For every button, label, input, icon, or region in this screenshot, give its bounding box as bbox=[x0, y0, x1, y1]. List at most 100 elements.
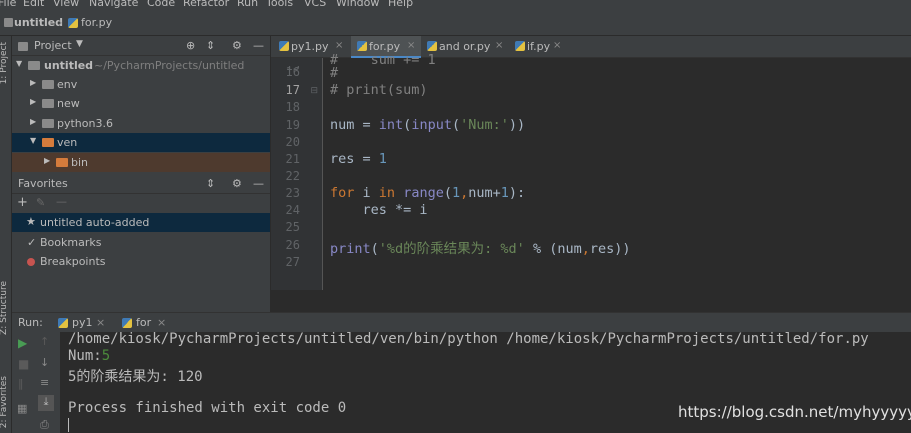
breakpoint-icon bbox=[27, 258, 35, 266]
target-icon[interactable]: ⊕ bbox=[186, 39, 195, 52]
watermark: https://blog.csdn.net/myhyyyyyy bbox=[678, 403, 911, 421]
excluded-folder-icon bbox=[42, 138, 54, 147]
close-icon[interactable]: × bbox=[335, 40, 343, 51]
run-tab-py1[interactable]: py1 bbox=[72, 316, 93, 329]
run-tab-for[interactable]: for bbox=[136, 316, 151, 329]
line-number: 19 bbox=[285, 118, 300, 132]
hide-panel-icon[interactable]: — bbox=[253, 177, 264, 190]
navigation-bar: untitled › for.py bbox=[0, 10, 911, 36]
menu-tools[interactable]: Tools bbox=[266, 0, 293, 9]
collapse-all-icon[interactable]: ⇕ bbox=[206, 39, 215, 52]
code-editor[interactable]: # sum += 1 # # print(sum) num = int(inpu… bbox=[324, 52, 911, 290]
tree-item-untitled[interactable]: ▼ untitled ~/PycharmProjects/untitled bbox=[12, 56, 270, 75]
project-panel: Project ▼ ⊕ ⇕ ⚙ — ▼ untitled ~/PycharmPr… bbox=[12, 36, 270, 176]
tree-item-bin[interactable]: ▶ bin bbox=[12, 153, 270, 172]
close-icon[interactable]: × bbox=[553, 40, 561, 51]
tab-if[interactable]: if.py × bbox=[509, 36, 567, 58]
remove-icon[interactable]: — bbox=[56, 195, 67, 208]
favorites-item-label: Breakpoints bbox=[40, 255, 106, 268]
favorites-item-bookmarks[interactable]: ✓ Bookmarks bbox=[12, 233, 270, 252]
tree-item-env[interactable]: ▶ env bbox=[12, 75, 270, 94]
down-arrow-icon[interactable]: ↓ bbox=[40, 356, 49, 369]
tree-item-python36[interactable]: ▶ python3.6 bbox=[12, 114, 270, 133]
project-tool-button[interactable]: 1: Project bbox=[0, 42, 9, 84]
scroll-to-end-icon[interactable]: ⤓ bbox=[38, 395, 54, 411]
python-file-icon bbox=[427, 41, 437, 51]
console-caret bbox=[68, 418, 69, 432]
close-icon[interactable]: × bbox=[495, 40, 503, 51]
line-number: 25 bbox=[285, 220, 300, 234]
tree-item-label: untitled bbox=[44, 59, 94, 72]
chevron-right-icon[interactable]: ▶ bbox=[44, 156, 50, 165]
menu-help[interactable]: Help bbox=[388, 0, 413, 9]
code-line-21: res = 1 bbox=[330, 151, 387, 167]
hide-panel-icon[interactable]: — bbox=[253, 39, 264, 52]
project-view-icon bbox=[18, 42, 28, 51]
star-icon: ★ bbox=[26, 215, 36, 228]
chevron-right-icon[interactable]: ▶ bbox=[30, 117, 36, 126]
console-command: /home/kiosk/PycharmProjects/untitled/ven… bbox=[68, 331, 869, 347]
folder-icon bbox=[42, 99, 54, 108]
menu-view[interactable]: View bbox=[53, 0, 79, 9]
pause-icon[interactable]: ‖ bbox=[18, 377, 24, 390]
chevron-right-icon[interactable]: ▶ bbox=[30, 97, 36, 106]
add-icon[interactable]: + bbox=[17, 195, 28, 210]
stop-icon[interactable]: ■ bbox=[18, 357, 29, 371]
menu-run[interactable]: Run bbox=[237, 0, 258, 9]
chevron-down-icon[interactable]: ▼ bbox=[16, 59, 22, 68]
menu-refactor[interactable]: Refactor bbox=[183, 0, 229, 9]
soft-wrap-icon[interactable]: ≡ bbox=[40, 376, 49, 389]
close-icon[interactable]: × bbox=[157, 316, 166, 329]
code-line-17: # print(sum) bbox=[330, 82, 428, 98]
collapse-all-icon[interactable]: ⇕ bbox=[206, 177, 215, 190]
console-prompt-line: Num:5 bbox=[68, 348, 110, 364]
python-file-icon bbox=[68, 18, 78, 28]
gear-icon[interactable]: ⚙ bbox=[232, 39, 242, 52]
favorites-tool-button[interactable]: 2: Favorites bbox=[0, 376, 9, 428]
left-tool-strip: 1: Project Z: Structure 2: Favorites bbox=[0, 36, 12, 433]
close-icon[interactable]: × bbox=[407, 40, 415, 51]
chevron-right-icon[interactable]: ▶ bbox=[30, 78, 36, 87]
project-panel-title[interactable]: Project bbox=[34, 39, 72, 52]
console-prompt: Num: bbox=[68, 348, 102, 364]
gear-icon[interactable]: ⚙ bbox=[232, 177, 242, 190]
code-line-24: res *= i bbox=[330, 202, 428, 218]
menu-code[interactable]: Code bbox=[147, 0, 175, 9]
tree-item-new[interactable]: ▶ new bbox=[12, 94, 270, 113]
run-toolbar: ▶ ↑ ■ ↓ ‖ ≡ ▦ ⤓ ⎙ bbox=[12, 332, 60, 433]
breadcrumb-project[interactable]: untitled bbox=[14, 16, 63, 29]
menu-navigate[interactable]: Navigate bbox=[89, 0, 138, 9]
line-number: 16 bbox=[285, 65, 300, 79]
close-icon[interactable]: × bbox=[96, 316, 105, 329]
tree-item-label: bin bbox=[71, 156, 89, 169]
edit-icon[interactable]: ✎ bbox=[36, 196, 45, 209]
up-arrow-icon[interactable]: ↑ bbox=[40, 335, 49, 348]
menu-window[interactable]: Window bbox=[336, 0, 379, 9]
chevron-down-icon[interactable]: ▼ bbox=[76, 39, 83, 49]
breadcrumb-file[interactable]: for.py bbox=[81, 16, 112, 29]
print-icon[interactable]: ⎙ bbox=[40, 418, 49, 432]
editor-gutter[interactable]: 15 16 17 ⊟ 18 19 20 21 22 23 24 25 26 27 bbox=[271, 58, 323, 290]
project-panel-header: Project ▼ ⊕ ⇕ ⚙ — bbox=[12, 36, 270, 56]
tree-item-ven[interactable]: ▼ ven bbox=[12, 133, 270, 152]
menu-file[interactable]: File bbox=[0, 0, 16, 9]
favorites-item-untitled[interactable]: ★ untitled auto-added bbox=[12, 213, 270, 232]
rerun-icon[interactable]: ▶ bbox=[18, 336, 27, 350]
code-line-26: print('%d的阶乘结果为: %d' % (num,res)) bbox=[330, 241, 631, 257]
tab-label: if.py bbox=[527, 40, 551, 53]
fold-icon[interactable]: ⊟ bbox=[310, 86, 318, 96]
line-number: 27 bbox=[285, 255, 300, 269]
folder-icon bbox=[4, 18, 13, 27]
layout-icon[interactable]: ▦ bbox=[17, 402, 27, 415]
console-exit-message: Process finished with exit code 0 bbox=[68, 400, 347, 416]
structure-tool-button[interactable]: Z: Structure bbox=[0, 281, 9, 335]
favorites-item-breakpoints[interactable]: Breakpoints bbox=[12, 252, 270, 271]
favorites-panel-title: Favorites bbox=[18, 177, 68, 190]
menu-edit[interactable]: Edit bbox=[23, 0, 44, 9]
python-file-icon bbox=[58, 318, 68, 328]
chevron-down-icon[interactable]: ▼ bbox=[30, 136, 36, 145]
console-result: 5的阶乘结果为: 120 bbox=[68, 369, 203, 385]
menu-vcs[interactable]: VCS bbox=[304, 0, 326, 9]
console-user-input: 5 bbox=[101, 348, 111, 364]
editor-empty-area bbox=[271, 290, 911, 312]
